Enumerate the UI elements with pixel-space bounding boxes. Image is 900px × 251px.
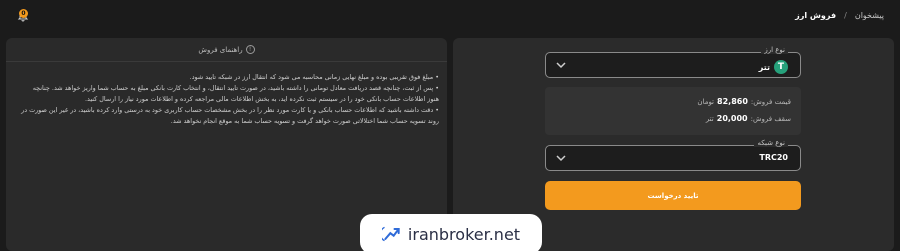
- top-bar: پیشخوان / فروش ارز 0: [0, 0, 900, 34]
- watermark-text: iranbroker.net: [407, 224, 521, 244]
- watermark: iranbroker.net: [360, 214, 542, 251]
- sell-price-unit: تومان: [697, 98, 715, 106]
- price-info-box: قیمت فروش: 82,860 تومان سقف فروش: 20,000…: [545, 87, 801, 135]
- chevron-down-icon: [556, 155, 566, 162]
- currency-select[interactable]: نوع ارز T تتر: [545, 46, 801, 78]
- currency-select-value: T تتر: [759, 60, 788, 74]
- currency-select-label: نوع ارز: [761, 46, 788, 54]
- iranbroker-logo-icon: [381, 226, 400, 242]
- notifications-button[interactable]: 0: [11, 9, 29, 26]
- network-select-label: نوع شبکه: [754, 139, 788, 147]
- tether-icon: T: [774, 60, 788, 74]
- network-select[interactable]: نوع شبکه TRC20: [545, 139, 801, 171]
- currency-name: تتر: [758, 62, 770, 72]
- confirm-request-button[interactable]: تایید درخواست: [545, 181, 801, 210]
- guide-line: روند تسویه حساب شما اختلالاتی صورت خواهد…: [170, 117, 439, 125]
- breadcrumb-current: فروش ارز: [795, 11, 837, 20]
- guide-line: • دقت داشته باشید که اطلاعات حساب بانکی …: [21, 106, 439, 114]
- breadcrumb-separator: /: [844, 11, 847, 20]
- sell-price-line: قیمت فروش: 82,860 تومان: [697, 97, 791, 106]
- guide-line: هنوز اطلاعات حساب بانکی خود را در سیستم …: [84, 95, 439, 103]
- sell-price-label: قیمت فروش:: [750, 98, 791, 106]
- guide-title: راهنمای فروش: [198, 45, 243, 54]
- info-icon: !: [245, 45, 255, 54]
- sell-limit-value: 20,000: [716, 114, 748, 123]
- sell-price-value: 82,860: [717, 97, 748, 106]
- breadcrumb: پیشخوان / فروش ارز: [795, 11, 884, 20]
- sell-limit-line: سقف فروش: 20,000 تتر: [706, 114, 791, 123]
- breadcrumb-dashboard-link[interactable]: پیشخوان: [855, 11, 884, 20]
- guide-text: • مبلغ فوق تقریبی بوده و مبلغ نهایی زمان…: [11, 72, 439, 127]
- sell-limit-unit: تتر: [705, 115, 714, 123]
- sell-limit-label: سقف فروش:: [750, 115, 791, 123]
- guide-header: ! راهنمای فروش: [6, 38, 447, 62]
- network-select-value: TRC20: [759, 153, 788, 162]
- guide-line: • پس از ثبت، چنانچه قصد دریافت معادل توم…: [32, 84, 439, 92]
- notification-count-badge: 0: [19, 9, 28, 18]
- chevron-down-icon: [556, 62, 566, 69]
- guide-line: • مبلغ فوق تقریبی بوده و مبلغ نهایی زمان…: [189, 73, 439, 81]
